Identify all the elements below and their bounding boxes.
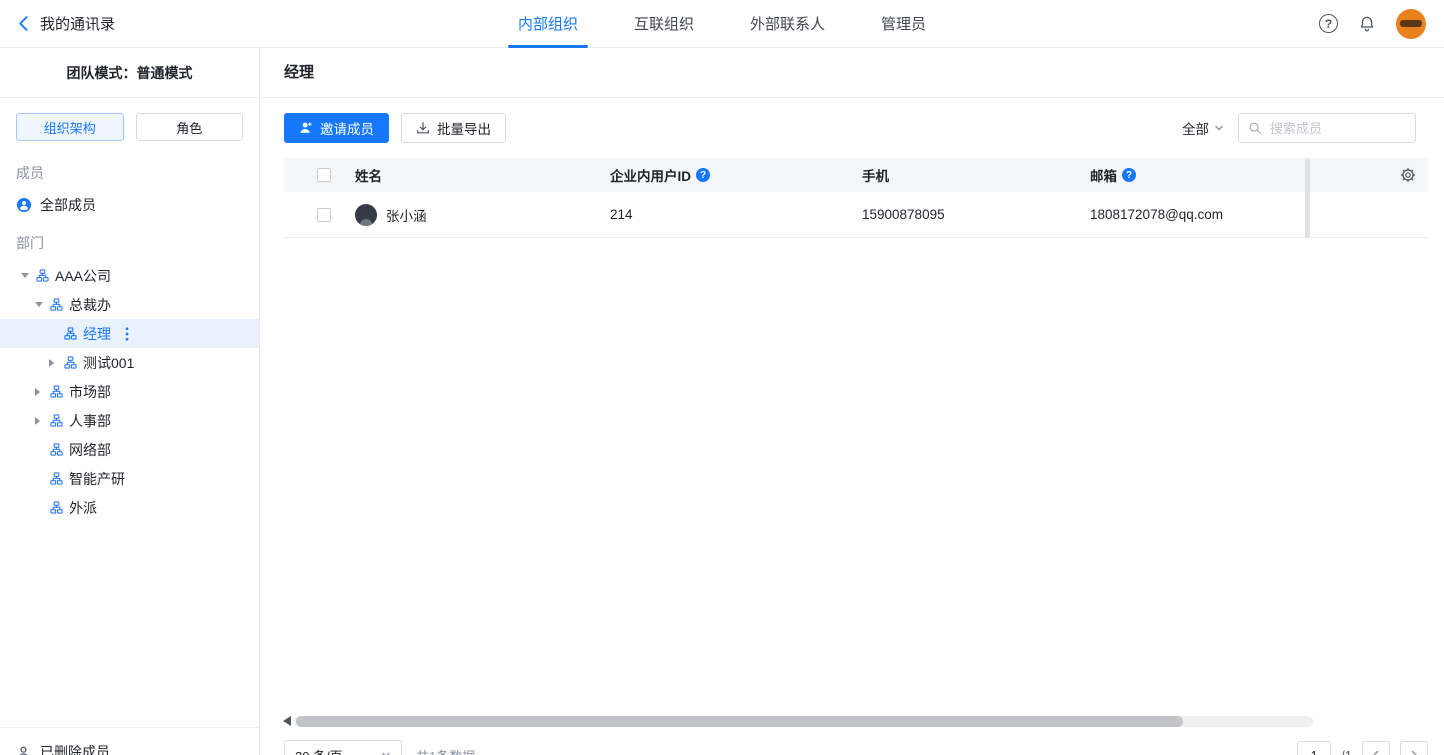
help-badge-icon[interactable]: ? bbox=[696, 168, 710, 182]
deleted-members-label: 已删除成员 bbox=[40, 742, 110, 755]
tree-item-aaa-company[interactable]: AAA公司 bbox=[0, 261, 259, 290]
org-icon bbox=[50, 443, 63, 456]
member-email: 1808172078@qq.com bbox=[1090, 207, 1223, 222]
search-icon bbox=[1248, 121, 1262, 135]
org-icon bbox=[50, 414, 63, 427]
top-bar: 我的通讯录 内部组织 互联组织 外部联系人 管理员 ? bbox=[0, 0, 1444, 48]
member-name: 张小涵 bbox=[386, 205, 427, 225]
sidebar: 团队模式：普通模式 组织架构 角色 成员 全部成员 部门 AAA公司 总裁办 经… bbox=[0, 48, 260, 755]
all-members-item[interactable]: 全部成员 bbox=[0, 189, 259, 221]
member-user-id: 214 bbox=[610, 207, 633, 222]
invite-members-button[interactable]: 邀请成员 bbox=[284, 113, 389, 143]
members-section-label: 成员 bbox=[0, 151, 259, 189]
caret-down-icon[interactable] bbox=[21, 273, 36, 278]
org-icon bbox=[64, 356, 77, 369]
pagination-bar: 20 条/页 共1条数据 1 /1 bbox=[284, 740, 1428, 755]
org-icon bbox=[50, 385, 63, 398]
caret-right-icon[interactable] bbox=[35, 388, 50, 396]
pager: 1 /1 bbox=[1297, 741, 1428, 755]
horizontal-scrollbar bbox=[283, 714, 1313, 728]
department-tree: AAA公司 总裁办 经理 测试001 市场部 bbox=[0, 259, 259, 522]
tab-connected-org[interactable]: 互联组织 bbox=[606, 0, 722, 48]
batch-export-button[interactable]: 批量导出 bbox=[401, 113, 506, 143]
member-search-box bbox=[1238, 113, 1416, 143]
org-icon bbox=[50, 298, 63, 311]
deleted-members-item[interactable]: 已删除成员 bbox=[0, 727, 259, 755]
members-table: 姓名 企业内用户ID ? 手机 邮箱 ? 张小涵 214 1 bbox=[284, 158, 1428, 238]
prev-page-button[interactable] bbox=[1362, 741, 1390, 755]
download-icon bbox=[416, 121, 430, 135]
org-icon bbox=[50, 501, 63, 514]
table-header-row: 姓名 企业内用户ID ? 手机 邮箱 ? bbox=[284, 158, 1428, 192]
org-structure-button[interactable]: 组织架构 bbox=[16, 113, 124, 141]
avatar-detail bbox=[1400, 20, 1422, 27]
next-page-button[interactable] bbox=[1400, 741, 1428, 755]
tab-internal-org[interactable]: 内部组织 bbox=[490, 0, 606, 48]
column-settings-gear-icon[interactable] bbox=[1400, 167, 1416, 183]
breadcrumb: 我的通讯录 bbox=[16, 13, 115, 34]
tree-item-test001[interactable]: 测试001 bbox=[0, 348, 259, 377]
tree-item-hr-dept[interactable]: 人事部 bbox=[0, 406, 259, 435]
table-vertical-scrollbar[interactable] bbox=[1305, 158, 1310, 238]
member-phone: 15900878095 bbox=[862, 207, 945, 222]
main-content: 经理 邀请成员 批量导出 全部 bbox=[260, 48, 1444, 755]
column-header-phone: 手机 bbox=[862, 169, 889, 184]
deleted-person-icon bbox=[16, 745, 31, 755]
total-pages-label: /1 bbox=[1341, 748, 1352, 755]
invite-person-icon bbox=[299, 121, 313, 135]
org-icon bbox=[64, 327, 77, 340]
tree-item-market-dept[interactable]: 市场部 bbox=[0, 377, 259, 406]
contacts-icon bbox=[16, 197, 32, 213]
tree-item-network-dept[interactable]: 网络部 bbox=[0, 435, 259, 464]
total-count-label: 共1条数据 bbox=[416, 746, 475, 755]
header-actions: ? bbox=[1319, 9, 1426, 39]
org-icon bbox=[36, 269, 49, 282]
chevron-down-icon bbox=[1214, 123, 1224, 133]
table-row[interactable]: 张小涵 214 15900878095 1808172078@qq.com bbox=[284, 192, 1428, 238]
scope-filter-dropdown[interactable]: 全部 bbox=[1182, 118, 1224, 138]
tree-item-president-office[interactable]: 总裁办 bbox=[0, 290, 259, 319]
tab-external-contacts[interactable]: 外部联系人 bbox=[722, 0, 853, 48]
departments-section-label: 部门 bbox=[0, 221, 259, 259]
row-checkbox[interactable] bbox=[317, 208, 331, 222]
search-input[interactable] bbox=[1268, 120, 1406, 137]
tree-item-manager[interactable]: 经理 bbox=[0, 319, 259, 348]
scrollbar-track[interactable] bbox=[294, 716, 1313, 727]
department-title: 经理 bbox=[260, 48, 1444, 98]
team-mode-label: 团队模式：普通模式 bbox=[0, 48, 259, 98]
scrollbar-thumb[interactable] bbox=[296, 716, 1183, 727]
page-size-select[interactable]: 20 条/页 bbox=[284, 740, 402, 755]
tree-item-smart-rd[interactable]: 智能产研 bbox=[0, 464, 259, 493]
select-all-checkbox[interactable] bbox=[317, 168, 331, 182]
help-badge-icon[interactable]: ? bbox=[1122, 168, 1136, 182]
view-toggle: 组织架构 角色 bbox=[0, 98, 259, 151]
column-header-email: 邮箱 bbox=[1090, 165, 1117, 185]
more-actions-icon[interactable] bbox=[125, 327, 129, 341]
caret-right-icon[interactable] bbox=[49, 359, 64, 367]
back-icon[interactable] bbox=[16, 15, 33, 32]
column-header-user-id: 企业内用户ID bbox=[610, 165, 691, 185]
caret-right-icon[interactable] bbox=[35, 417, 50, 425]
tab-admins[interactable]: 管理员 bbox=[853, 0, 954, 48]
tree-item-dispatch[interactable]: 外派 bbox=[0, 493, 259, 522]
user-avatar[interactable] bbox=[1396, 9, 1426, 39]
nav-tabs: 内部组织 互联组织 外部联系人 管理员 bbox=[490, 0, 954, 48]
help-icon[interactable]: ? bbox=[1319, 14, 1338, 33]
org-icon bbox=[50, 472, 63, 485]
current-page-input[interactable]: 1 bbox=[1297, 741, 1331, 755]
chevron-down-icon bbox=[381, 750, 391, 755]
caret-down-icon[interactable] bbox=[35, 302, 50, 307]
notification-bell-icon[interactable] bbox=[1358, 15, 1376, 33]
member-avatar bbox=[355, 204, 377, 226]
scroll-left-arrow-icon[interactable] bbox=[283, 716, 291, 726]
roles-button[interactable]: 角色 bbox=[136, 113, 244, 141]
toolbar: 邀请成员 批量导出 全部 bbox=[284, 113, 1416, 143]
page-title: 我的通讯录 bbox=[40, 13, 115, 34]
all-members-label: 全部成员 bbox=[40, 195, 96, 215]
column-header-name: 姓名 bbox=[355, 165, 382, 185]
